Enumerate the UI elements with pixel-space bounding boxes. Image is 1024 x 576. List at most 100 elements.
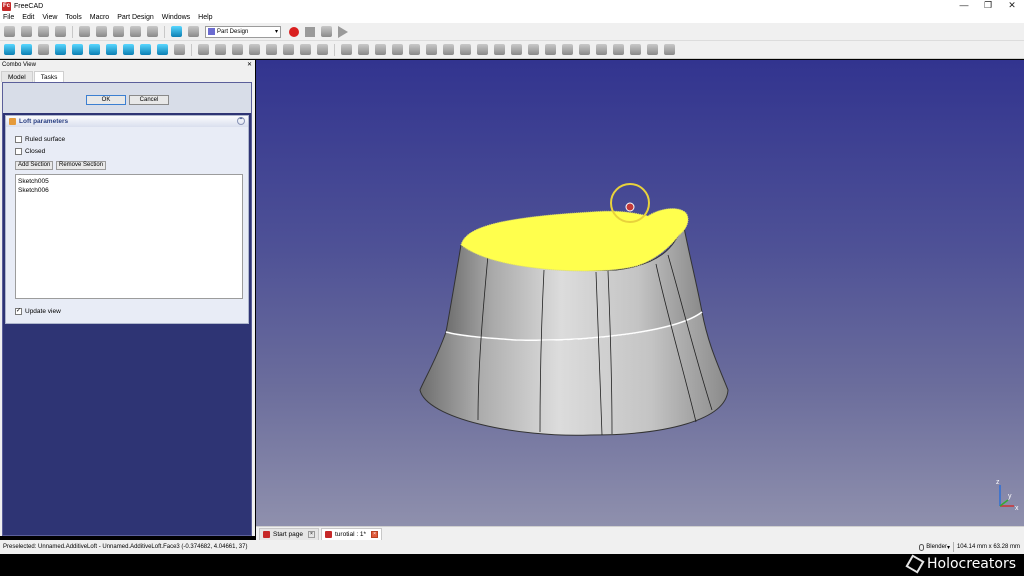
update-view-checkbox[interactable]: ✓ [15, 308, 22, 315]
close-tab-icon[interactable]: × [371, 531, 379, 538]
save-as-icon[interactable] [55, 26, 66, 37]
redo-icon[interactable] [147, 26, 158, 37]
loft-parameters-header[interactable]: Loft parameters ⌃ [6, 116, 248, 127]
polar-pattern-icon[interactable] [562, 44, 573, 55]
workbench-selector[interactable]: Part Design ▾ [205, 25, 281, 38]
pocket-icon[interactable] [426, 44, 437, 55]
linear-pattern-icon[interactable] [545, 44, 556, 55]
draft-icon[interactable] [630, 44, 641, 55]
view-right-icon[interactable] [106, 44, 117, 55]
add-section-button[interactable]: Add Section [15, 161, 54, 170]
new-file-icon[interactable] [4, 26, 15, 37]
fit-all-icon[interactable] [4, 44, 15, 55]
closed-checkbox[interactable] [15, 148, 22, 155]
toolbar-separator [164, 25, 165, 38]
view-rear-icon[interactable] [123, 44, 134, 55]
mirrored-icon[interactable] [528, 44, 539, 55]
close-icon[interactable]: ✕ [247, 60, 252, 70]
view-left-icon[interactable] [157, 44, 168, 55]
thickness-icon[interactable] [647, 44, 658, 55]
close-window-button[interactable]: ✕ [1000, 0, 1024, 12]
tab-tasks[interactable]: Tasks [33, 71, 65, 82]
update-view-row[interactable]: ✓ Update view [15, 308, 61, 315]
part-design-icon [208, 28, 215, 35]
view-top-icon[interactable] [89, 44, 100, 55]
tab-turotial[interactable]: turotial : 1* × [321, 528, 383, 540]
refresh-icon[interactable] [171, 26, 182, 37]
menu-view[interactable]: View [42, 14, 57, 21]
list-item[interactable]: Sketch006 [18, 186, 240, 195]
toolbar-separator [191, 43, 192, 56]
shape-binder-icon[interactable] [317, 44, 328, 55]
menu-help[interactable]: Help [198, 14, 212, 21]
fillet-icon[interactable] [596, 44, 607, 55]
axis-x-label: x [1015, 505, 1019, 512]
subtractive-pipe-icon[interactable] [494, 44, 505, 55]
maximize-button[interactable]: ❐ [976, 0, 1000, 12]
additive-primitive-icon[interactable] [409, 44, 420, 55]
3d-viewport[interactable]: z x y [256, 60, 1024, 526]
ruled-surface-row[interactable]: Ruled surface [15, 136, 65, 143]
paste-icon[interactable] [113, 26, 124, 37]
minimize-button[interactable]: — [952, 0, 976, 12]
save-icon[interactable] [38, 26, 49, 37]
macro-edit-icon[interactable] [321, 26, 332, 37]
macro-stop-icon[interactable] [305, 26, 315, 37]
additive-pipe-icon[interactable] [392, 44, 403, 55]
additive-loft-icon[interactable] [375, 44, 386, 55]
datum-plane-icon[interactable] [300, 44, 311, 55]
macro-record-icon[interactable] [289, 26, 299, 37]
holocreators-logo-icon [905, 554, 925, 574]
create-sketch-icon[interactable] [232, 44, 243, 55]
groove-icon[interactable] [460, 44, 471, 55]
navigation-style-label: Blender [926, 544, 947, 550]
menu-file[interactable]: File [3, 14, 14, 21]
remove-section-button[interactable]: Remove Section [56, 161, 107, 170]
pad-icon[interactable] [341, 44, 352, 55]
model-render[interactable]: z x y [256, 60, 1024, 526]
datum-line-icon[interactable] [283, 44, 294, 55]
view-front-icon[interactable] [72, 44, 83, 55]
create-part-icon[interactable] [215, 44, 226, 55]
sections-list[interactable]: Sketch005 Sketch006 [15, 174, 243, 299]
hole-icon[interactable] [443, 44, 454, 55]
datum-point-icon[interactable] [266, 44, 277, 55]
view-isometric-icon[interactable] [55, 44, 66, 55]
validate-sketch-icon[interactable] [249, 44, 260, 55]
whats-this-icon[interactable] [188, 26, 199, 37]
macro-run-icon[interactable] [338, 25, 348, 38]
create-body-icon[interactable] [198, 44, 209, 55]
multitransform-icon[interactable] [579, 44, 590, 55]
menu-windows[interactable]: Windows [162, 14, 190, 21]
measure-icon[interactable] [174, 44, 185, 55]
toolbar-separator [72, 25, 73, 38]
fit-selection-icon[interactable] [21, 44, 32, 55]
closed-row[interactable]: Closed [15, 148, 45, 155]
copy-icon[interactable] [96, 26, 107, 37]
undo-icon[interactable] [130, 26, 141, 37]
toolbar-separator [334, 43, 335, 56]
cancel-button[interactable]: Cancel [129, 95, 169, 105]
collapse-icon[interactable]: ⌃ [237, 117, 245, 125]
tab-start-page[interactable]: Start page × [259, 528, 319, 540]
revolution-icon[interactable] [358, 44, 369, 55]
menu-part-design[interactable]: Part Design [117, 14, 154, 21]
ok-button[interactable]: OK [86, 95, 126, 105]
holocreators-watermark: Holocreators [905, 553, 1016, 575]
chamfer-icon[interactable] [613, 44, 624, 55]
menu-macro[interactable]: Macro [90, 14, 109, 21]
list-item[interactable]: Sketch005 [18, 177, 240, 186]
close-tab-icon[interactable]: × [308, 531, 315, 538]
menu-edit[interactable]: Edit [22, 14, 34, 21]
draw-style-icon[interactable] [38, 44, 49, 55]
subtractive-primitive-icon[interactable] [511, 44, 522, 55]
view-bottom-icon[interactable] [140, 44, 151, 55]
navigation-style-selector[interactable]: Blender ▾ [919, 543, 950, 551]
tab-model[interactable]: Model [1, 71, 33, 82]
ruled-surface-checkbox[interactable] [15, 136, 22, 143]
boolean-icon[interactable] [664, 44, 675, 55]
cut-icon[interactable] [79, 26, 90, 37]
open-file-icon[interactable] [21, 26, 32, 37]
menu-tools[interactable]: Tools [65, 14, 81, 21]
subtractive-loft-icon[interactable] [477, 44, 488, 55]
